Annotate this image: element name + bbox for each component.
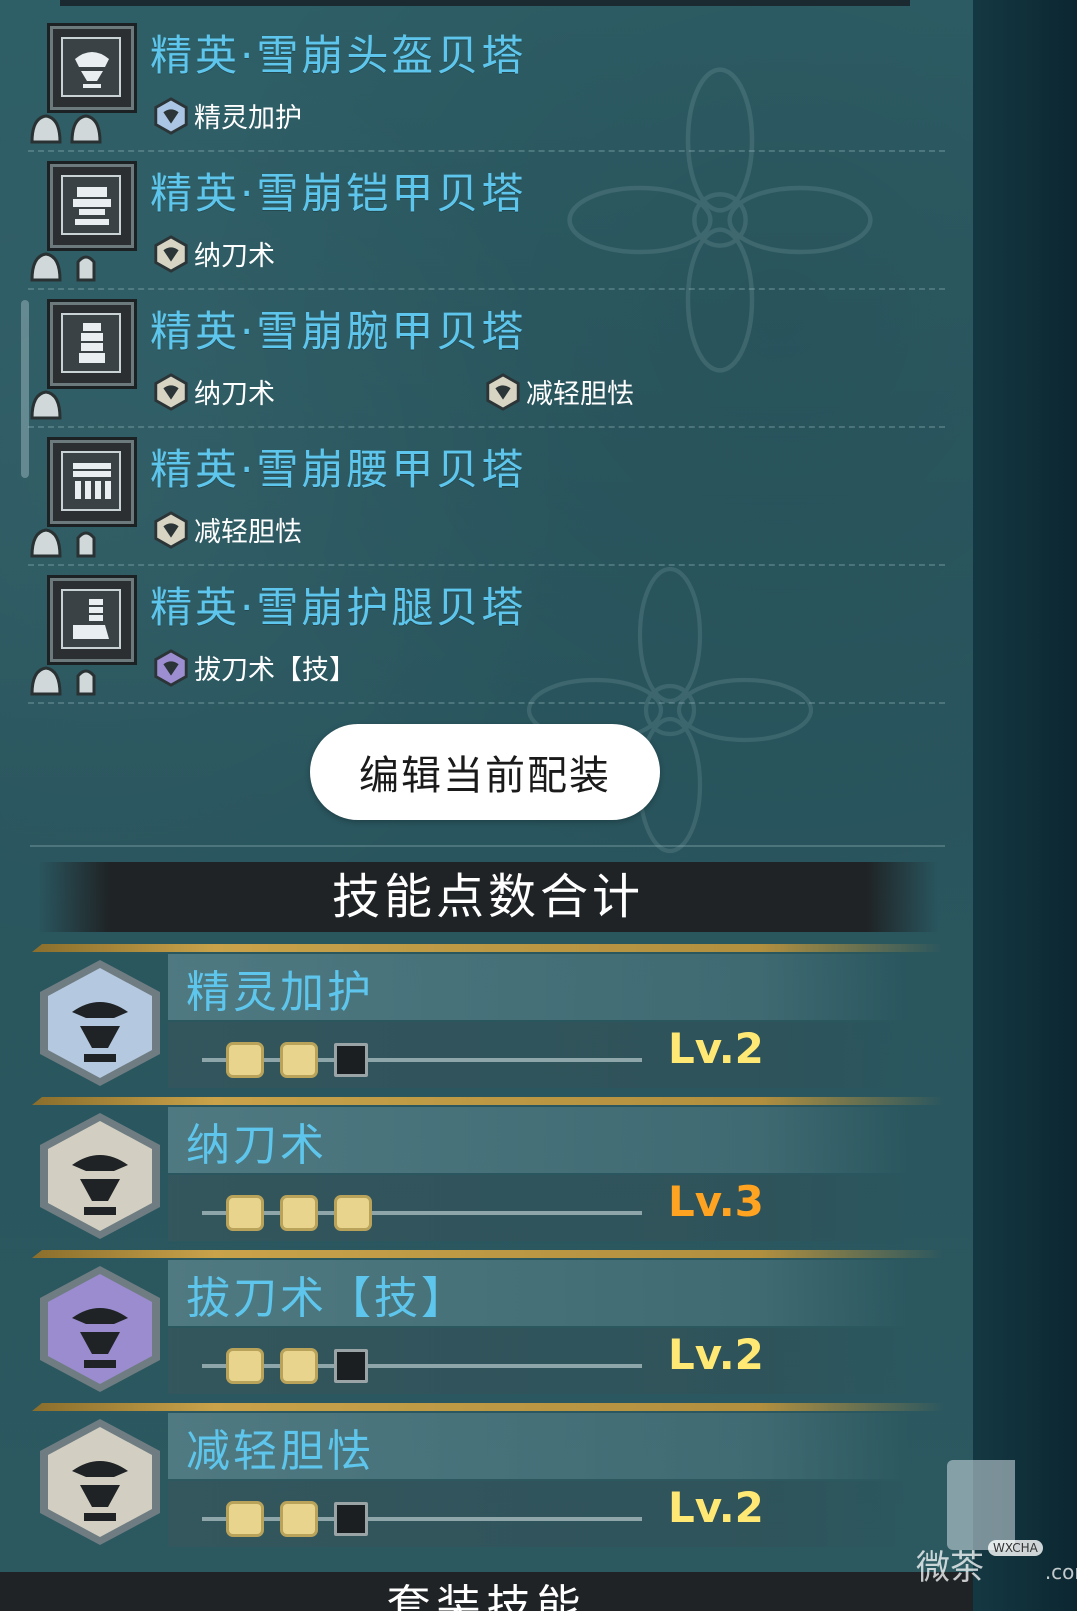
gold-divider — [32, 1250, 944, 1258]
watermark: 微茶WXCHA.com — [916, 1540, 1077, 1589]
skill-level: Lv.2 — [668, 1483, 764, 1532]
level-pip — [226, 1042, 264, 1078]
level-pip — [226, 1501, 264, 1537]
level-pip — [334, 1195, 372, 1231]
decoration-slots — [28, 388, 118, 424]
small-slot-icon — [76, 531, 96, 558]
chest-armor-icon — [50, 164, 134, 248]
level-pip — [280, 1195, 318, 1231]
gem-slot-icon — [30, 390, 62, 420]
armor-skill: 减轻胆怯 — [152, 510, 302, 549]
gold-divider — [32, 1097, 944, 1105]
level-gauge — [182, 1344, 662, 1388]
armor-list: 精灵加护 精英·雪崩头盔贝塔 纳刀术 精英·雪崩铠甲贝塔 纳刀术 减轻胆怯 精英… — [28, 14, 945, 704]
decoration-slots — [28, 526, 118, 562]
skill-name: 拔刀术【技】 — [186, 1273, 468, 1324]
small-slot-icon — [76, 669, 96, 696]
level-pip — [334, 1502, 368, 1536]
skill-gem-icon — [154, 510, 188, 549]
skill-name: 纳刀术 — [186, 1120, 327, 1171]
armor-skill-label: 拔刀术【技】 — [194, 655, 356, 686]
edit-loadout-button[interactable]: 编辑当前配装 — [310, 724, 660, 820]
skill-badge-icon — [40, 1113, 160, 1239]
decoration-slots — [28, 664, 118, 700]
decoration-slots — [28, 112, 118, 148]
gauntlet-icon — [50, 302, 134, 386]
armor-skill-label: 减轻胆怯 — [526, 379, 634, 410]
gem-slot-icon — [30, 114, 62, 144]
armor-row-waist[interactable]: 减轻胆怯 精英·雪崩腰甲贝塔 — [28, 428, 945, 566]
gem-slot-icon — [30, 252, 62, 282]
level-gauge — [182, 1038, 662, 1082]
waist-armor-icon — [50, 440, 134, 524]
armor-row-legs[interactable]: 拔刀术【技】 精英·雪崩护腿贝塔 — [28, 566, 945, 704]
gold-divider — [32, 944, 944, 952]
skill-gem-icon — [154, 648, 188, 687]
set-skill-header: 套装技能 — [0, 1572, 973, 1611]
armor-skill-label: 纳刀术 — [194, 379, 275, 410]
watermark-suffix: .com — [1044, 1560, 1077, 1584]
armor-skill-label: 精灵加护 — [194, 103, 302, 134]
armor-skill: 减轻胆怯 — [484, 372, 634, 411]
armor-name: 精英·雪崩腰甲贝塔 — [150, 445, 527, 494]
skill-gem-icon — [154, 96, 188, 135]
level-pip — [226, 1348, 264, 1384]
skill-total-row[interactable]: 纳刀术 Lv.3 — [28, 1097, 948, 1250]
level-pip — [334, 1043, 368, 1077]
skill-total-list: 精灵加护 Lv.2 纳刀术 Lv.3 拔刀术【技】 Lv.2 减轻胆怯 Lv.2 — [28, 944, 948, 1556]
right-background-strip — [973, 0, 1077, 1611]
armor-skill-label: 减轻胆怯 — [194, 517, 302, 548]
skill-gem-icon — [154, 372, 188, 411]
skill-level: Lv.3 — [668, 1177, 764, 1226]
skill-level: Lv.2 — [668, 1330, 764, 1379]
app-screen: 精灵加护 精英·雪崩头盔贝塔 纳刀术 精英·雪崩铠甲贝塔 纳刀术 减轻胆怯 精英… — [0, 0, 1077, 1611]
equipment-panel: 精灵加护 精英·雪崩头盔贝塔 纳刀术 精英·雪崩铠甲贝塔 纳刀术 减轻胆怯 精英… — [0, 0, 973, 1611]
armor-row-chest[interactable]: 纳刀术 精英·雪崩铠甲贝塔 — [28, 152, 945, 290]
level-pip — [280, 1348, 318, 1384]
armor-name: 精英·雪崩铠甲贝塔 — [150, 169, 527, 218]
skill-gem-icon — [154, 234, 188, 273]
level-gauge — [182, 1191, 662, 1235]
level-pip — [226, 1195, 264, 1231]
armor-row-helmet[interactable]: 精灵加护 精英·雪崩头盔贝塔 — [28, 14, 945, 152]
gem-slot-icon — [70, 114, 102, 144]
level-pip — [280, 1501, 318, 1537]
gem-slot-icon — [30, 666, 62, 696]
armor-skill-label: 纳刀术 — [194, 241, 275, 272]
skill-name: 精灵加护 — [186, 967, 374, 1018]
watermark-text: 微茶 — [916, 1548, 984, 1588]
decoration-slots — [28, 250, 118, 286]
armor-name: 精英·雪崩腕甲贝塔 — [150, 307, 527, 356]
armor-skill: 纳刀术 — [152, 372, 275, 411]
level-pip — [280, 1042, 318, 1078]
armor-skill: 纳刀术 — [152, 234, 275, 273]
skill-total-header: 技能点数合计 — [38, 862, 938, 932]
gold-divider — [32, 1403, 944, 1411]
skill-total-row[interactable]: 拔刀术【技】 Lv.2 — [28, 1250, 948, 1403]
skill-total-row[interactable]: 减轻胆怯 Lv.2 — [28, 1403, 948, 1556]
top-edge-bar — [60, 0, 910, 6]
armor-row-gauntlet[interactable]: 纳刀术 减轻胆怯 精英·雪崩腕甲贝塔 — [28, 290, 945, 428]
skill-badge-icon — [40, 960, 160, 1086]
divider — [30, 845, 945, 847]
armor-name: 精英·雪崩头盔贝塔 — [150, 31, 527, 80]
armor-skill: 精灵加护 — [152, 96, 302, 135]
leg-armor-icon — [50, 578, 134, 662]
armor-skill: 拔刀术【技】 — [152, 648, 356, 687]
skill-total-row[interactable]: 精灵加护 Lv.2 — [28, 944, 948, 1097]
level-gauge — [182, 1497, 662, 1541]
skill-badge-icon — [40, 1266, 160, 1392]
skill-name: 减轻胆怯 — [186, 1426, 374, 1477]
small-slot-icon — [76, 255, 96, 282]
armor-name: 精英·雪崩护腿贝塔 — [150, 583, 527, 632]
skill-gem-icon — [486, 372, 520, 411]
gem-slot-icon — [30, 528, 62, 558]
side-tab[interactable] — [947, 1460, 1015, 1550]
watermark-badge: WXCHA — [988, 1540, 1043, 1556]
helmet-icon — [50, 26, 134, 110]
skill-badge-icon — [40, 1419, 160, 1545]
skill-level: Lv.2 — [668, 1024, 764, 1073]
level-pip — [334, 1349, 368, 1383]
